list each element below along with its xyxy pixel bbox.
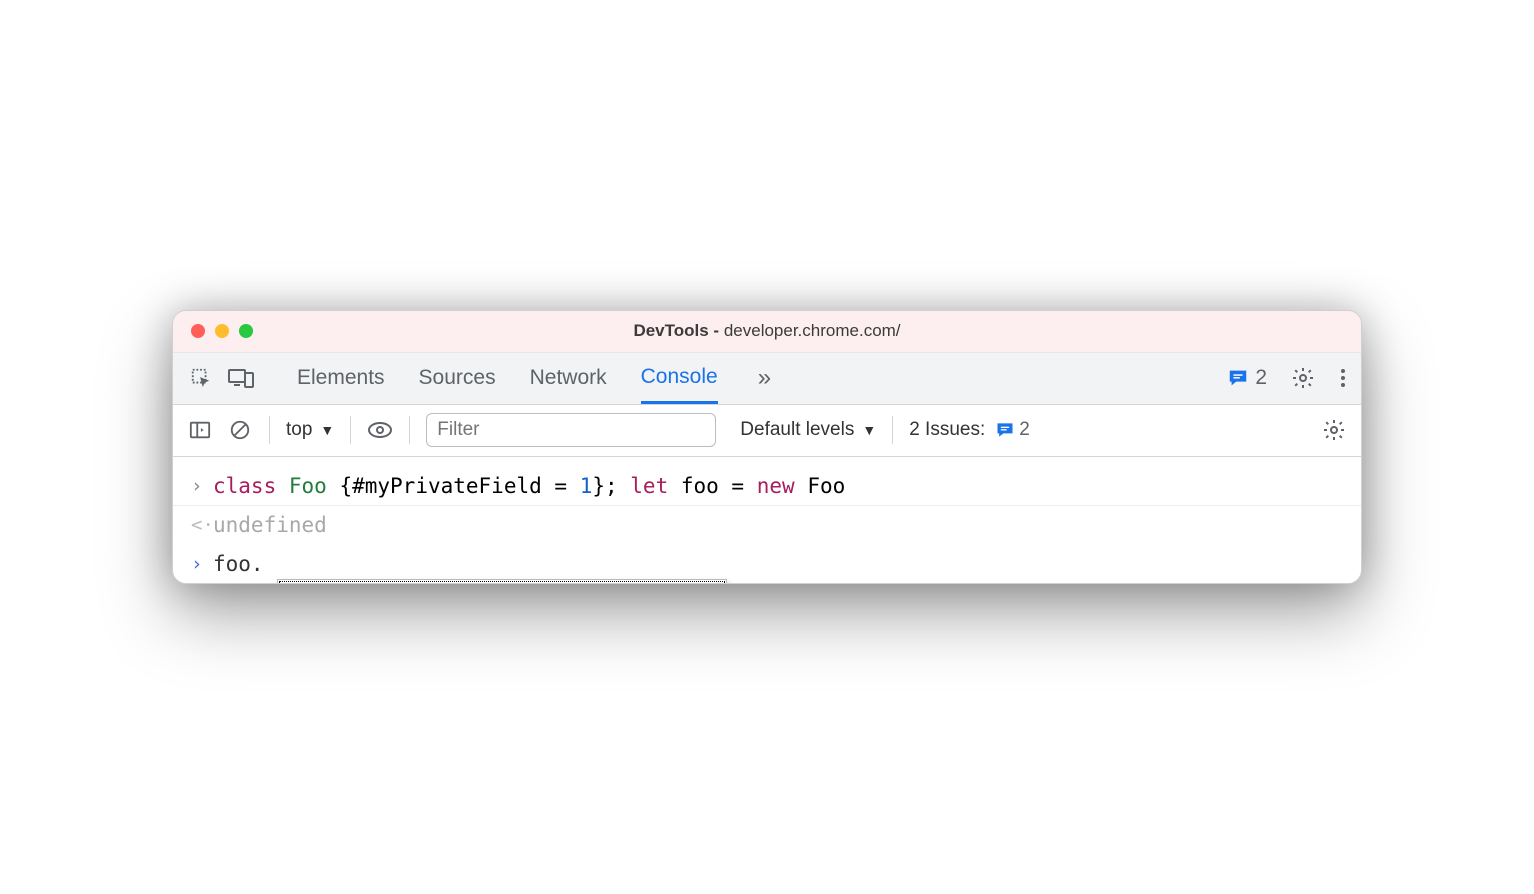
main-toolbar: Elements Sources Network Console » 2	[173, 353, 1361, 405]
issues-indicator[interactable]: 2 Issues: 2	[909, 419, 1030, 441]
levels-label: Default levels	[740, 419, 854, 441]
title-prefix: DevTools -	[633, 321, 723, 340]
autocomplete-popup: #myPrivateField tab __defineGetter__ __d…	[277, 579, 727, 584]
minimize-icon[interactable]	[215, 324, 229, 338]
panel-tabs: Elements Sources Network Console »	[297, 353, 771, 404]
undefined-result: undefined	[213, 510, 327, 540]
settings-icon[interactable]	[1291, 366, 1315, 390]
filter-input[interactable]	[426, 413, 716, 447]
console-body: › class Foo {#myPrivateField = 1}; let f…	[173, 457, 1361, 583]
separator	[409, 416, 410, 444]
console-settings-icon[interactable]	[1321, 417, 1347, 443]
separator	[892, 416, 893, 444]
devtools-window: DevTools - developer.chrome.com/ Element…	[172, 310, 1362, 584]
more-menu-icon[interactable]	[1339, 366, 1347, 390]
input-marker-icon: ›	[191, 471, 213, 501]
close-icon[interactable]	[191, 324, 205, 338]
traffic-lights	[191, 324, 253, 338]
context-label: top	[286, 419, 312, 441]
title-url: developer.chrome.com/	[724, 321, 901, 340]
tab-sources[interactable]: Sources	[419, 353, 496, 404]
levels-selector[interactable]: Default levels ▼	[740, 419, 876, 441]
separator	[350, 416, 351, 444]
tab-elements[interactable]: Elements	[297, 353, 385, 404]
messages-badge[interactable]: 2	[1227, 366, 1267, 390]
sidebar-toggle-icon[interactable]	[187, 417, 213, 443]
prompt-marker-icon: ›	[191, 549, 213, 579]
device-toggle-icon[interactable]	[227, 364, 255, 392]
code-line: class Foo {#myPrivateField = 1}; let foo…	[213, 471, 845, 501]
messages-count: 2	[1255, 366, 1267, 390]
toolbar-right: 2	[1227, 366, 1347, 390]
titlebar: DevTools - developer.chrome.com/	[173, 311, 1361, 353]
context-selector[interactable]: top ▼	[286, 419, 334, 441]
window-title: DevTools - developer.chrome.com/	[173, 321, 1361, 341]
issues-label: 2 Issues:	[909, 419, 985, 441]
caret-down-icon: ▼	[862, 422, 876, 438]
console-filter-bar: top ▼ Default levels ▼ 2 Issues: 2	[173, 405, 1361, 457]
tab-console[interactable]: Console	[641, 353, 718, 404]
separator	[269, 416, 270, 444]
tab-network[interactable]: Network	[530, 353, 607, 404]
live-expression-icon[interactable]	[367, 417, 393, 443]
inspect-icon[interactable]	[187, 364, 215, 392]
clear-console-icon[interactable]	[227, 417, 253, 443]
caret-down-icon: ▼	[320, 422, 334, 438]
more-tabs-icon[interactable]: »	[758, 364, 771, 392]
console-input-line: › class Foo {#myPrivateField = 1}; let f…	[173, 467, 1361, 506]
console-output-line: <· undefined	[173, 506, 1361, 544]
output-marker-icon: <·	[191, 510, 213, 540]
maximize-icon[interactable]	[239, 324, 253, 338]
console-prompt-line[interactable]: › foo. #myPrivateField tab __defineGette…	[173, 545, 1361, 583]
prompt-input[interactable]: foo.	[213, 549, 264, 579]
autocomplete-item[interactable]: #myPrivateField tab	[278, 580, 726, 584]
issues-count: 2	[1019, 419, 1030, 441]
